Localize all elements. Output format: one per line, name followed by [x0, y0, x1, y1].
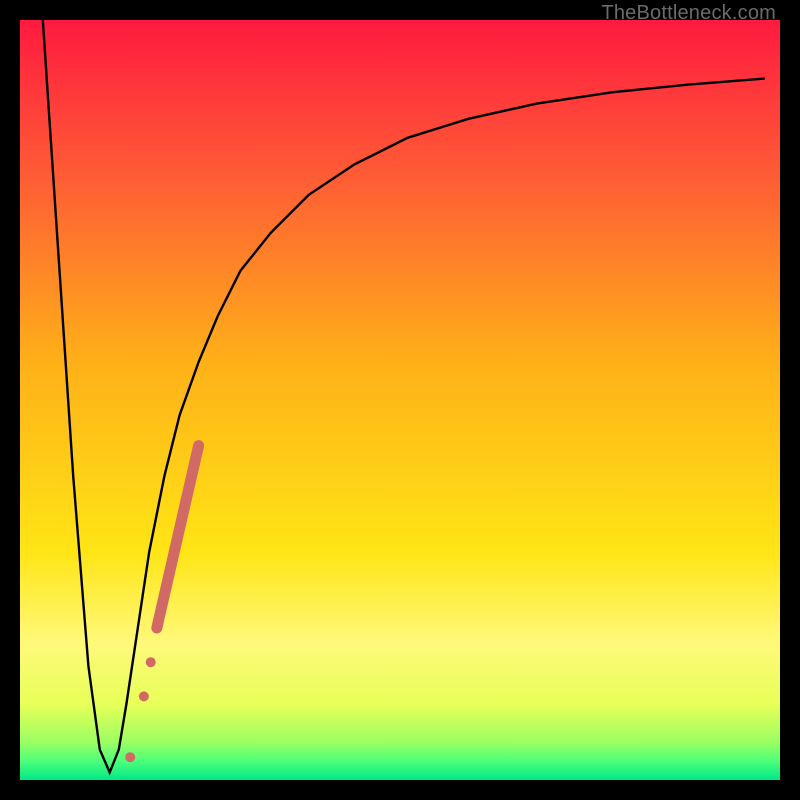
highlight-dot	[146, 657, 156, 667]
plot-area	[20, 20, 780, 780]
outer-frame: TheBottleneck.com	[0, 0, 800, 800]
highlight-dot	[139, 691, 149, 701]
watermark-text: TheBottleneck.com	[601, 2, 776, 25]
highlight-dot	[125, 752, 135, 762]
highlight-dots	[20, 20, 780, 780]
